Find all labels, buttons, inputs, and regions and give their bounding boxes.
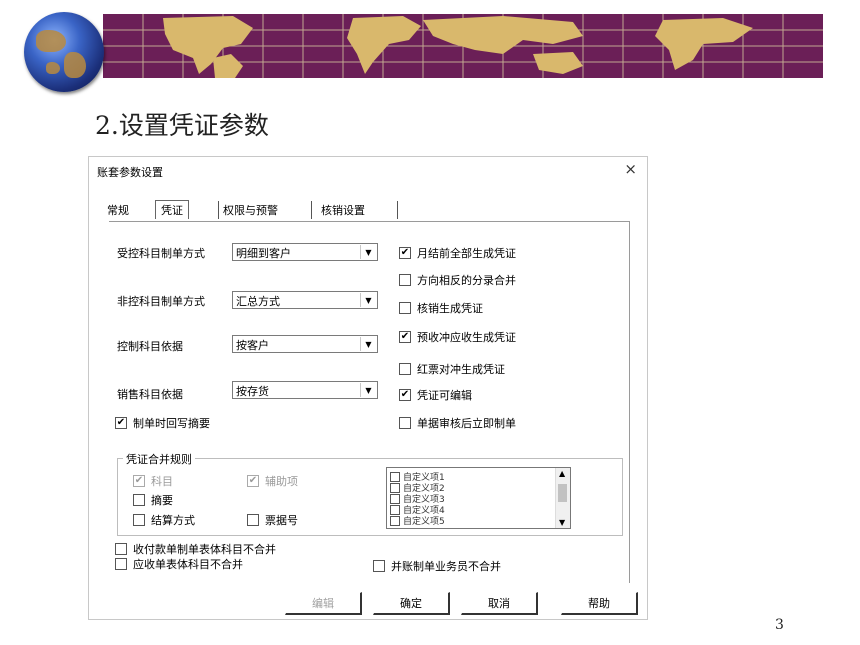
option-checkbox[interactable]: ✔ 凭证可编辑 [399, 387, 472, 403]
checkbox-label: 制单时回写摘要 [133, 417, 210, 430]
checkbox-icon: ✔ [399, 389, 411, 401]
option-checkbox[interactable]: 单据审核后立即制单 [399, 415, 516, 431]
field-label: 非控科目制单方式 [117, 295, 205, 308]
dropdown-arrow-icon[interactable]: ▼ [360, 245, 376, 259]
checkbox-icon: ✔ [399, 331, 411, 343]
dropdown-arrow-icon[interactable]: ▼ [360, 383, 376, 397]
checkbox-icon [115, 558, 127, 570]
page-number: 3 [775, 617, 784, 633]
controlled-mode-select[interactable]: 明细到客户 ▼ [232, 243, 378, 261]
checkbox-icon [399, 274, 411, 286]
sales-basis-select[interactable]: 按存货 ▼ [232, 381, 378, 399]
help-button[interactable]: 帮助 [561, 592, 638, 615]
checkbox-label: 摘要 [151, 494, 173, 507]
merge-subject-checkbox[interactable]: ✔ 科目 [133, 473, 173, 489]
checkbox-icon [399, 302, 411, 314]
list-scrollbar[interactable]: ▲ ▼ [555, 468, 570, 528]
option-checkbox[interactable]: ✔ 月结前全部生成凭证 [399, 245, 516, 261]
globe-logo [24, 12, 104, 92]
edit-button[interactable]: 编辑 [285, 592, 362, 615]
checkbox-icon: ✔ [399, 247, 411, 259]
tab-voucher[interactable]: 凭证 [155, 200, 189, 219]
checkbox-icon [115, 543, 127, 555]
checkbox-icon [390, 515, 400, 526]
select-value: 按客户 [236, 339, 269, 352]
option-checkbox[interactable]: 收付款单制单表体科目不合并 [115, 541, 276, 557]
option-checkbox[interactable]: 核销生成凭证 [399, 300, 483, 316]
checkbox-label: 辅助项 [265, 475, 298, 488]
tab-writeoff[interactable]: 核销设置 [321, 202, 365, 218]
scroll-down-icon[interactable]: ▼ [559, 518, 565, 527]
option-checkbox[interactable]: 并账制单业务员不合并 [373, 558, 501, 574]
checkbox-icon [133, 494, 145, 506]
dropdown-arrow-icon[interactable]: ▼ [360, 293, 376, 307]
list-item-label: 自定义项5 [403, 517, 445, 527]
account-params-dialog: 账套参数设置 × 常规 凭证 权限与预警 核销设置 受控科目制单方式 明细到客户… [88, 156, 648, 620]
field-label: 受控科目制单方式 [117, 247, 205, 260]
select-value: 明细到客户 [236, 247, 291, 260]
option-checkbox[interactable]: ✔ 预收冲应收生成凭证 [399, 329, 516, 345]
merge-aux-checkbox[interactable]: ✔ 辅助项 [247, 473, 298, 489]
field-label: 控制科目依据 [117, 340, 183, 353]
checkbox-icon [390, 504, 400, 515]
tab-general[interactable]: 常规 [107, 202, 129, 218]
select-value: 汇总方式 [236, 295, 280, 308]
merge-rules-title: 凭证合并规则 [123, 451, 195, 467]
list-item[interactable]: 自定义项5 [390, 514, 445, 527]
checkbox-icon: ✔ [115, 417, 127, 429]
checkbox-icon [390, 482, 400, 493]
dropdown-arrow-icon[interactable]: ▼ [360, 337, 376, 351]
checkbox-icon: ✔ [247, 475, 259, 487]
merge-settlement-checkbox[interactable]: 结算方式 [133, 512, 195, 528]
writeback-summary-checkbox[interactable]: ✔ 制单时回写摘要 [115, 415, 210, 431]
checkbox-label: 红票对冲生成凭证 [417, 363, 505, 376]
merge-billno-checkbox[interactable]: 票据号 [247, 512, 298, 528]
scroll-up-icon[interactable]: ▲ [559, 469, 565, 478]
slide-title: 2.设置凭证参数 [95, 111, 269, 140]
checkbox-icon [399, 363, 411, 375]
checkbox-icon [390, 471, 400, 482]
option-checkbox[interactable]: 红票对冲生成凭证 [399, 361, 505, 377]
checkbox-label: 科目 [151, 475, 173, 488]
checkbox-label: 应收单表体科目不合并 [133, 558, 243, 571]
field-label: 销售科目依据 [117, 388, 183, 401]
checkbox-label: 方向相反的分录合并 [417, 274, 516, 287]
checkbox-label: 预收冲应收生成凭证 [417, 331, 516, 344]
checkbox-label: 核销生成凭证 [417, 302, 483, 315]
checkbox-label: 月结前全部生成凭证 [417, 247, 516, 260]
non-controlled-mode-select[interactable]: 汇总方式 ▼ [232, 291, 378, 309]
tab-divider [311, 201, 312, 219]
checkbox-icon [373, 560, 385, 572]
world-map-graphic [103, 14, 823, 78]
checkbox-icon [247, 514, 259, 526]
checkbox-label: 凭证可编辑 [417, 389, 472, 402]
checkbox-icon: ✔ [133, 475, 145, 487]
control-basis-select[interactable]: 按客户 ▼ [232, 335, 378, 353]
ok-button[interactable]: 确定 [373, 592, 450, 615]
select-value: 按存货 [236, 385, 269, 398]
checkbox-label: 单据审核后立即制单 [417, 417, 516, 430]
dialog-title: 账套参数设置 [97, 166, 163, 179]
checkbox-icon [399, 417, 411, 429]
checkbox-label: 票据号 [265, 514, 298, 527]
header-banner [103, 14, 823, 78]
checkbox-icon [133, 514, 145, 526]
tab-permissions[interactable]: 权限与预警 [223, 202, 278, 218]
option-checkbox[interactable]: 方向相反的分录合并 [399, 272, 516, 288]
scroll-thumb[interactable] [558, 484, 567, 502]
checkbox-icon [390, 493, 400, 504]
checkbox-label: 结算方式 [151, 514, 195, 527]
merge-summary-checkbox[interactable]: 摘要 [133, 492, 173, 508]
checkbox-label: 收付款单制单表体科目不合并 [133, 543, 276, 556]
option-checkbox[interactable]: 应收单表体科目不合并 [115, 556, 243, 572]
custom-items-list[interactable]: 自定义项1 自定义项2 自定义项3 自定义项4 自定义项5 ▲ ▼ [386, 467, 571, 529]
checkbox-label: 并账制单业务员不合并 [391, 560, 501, 573]
close-icon[interactable]: × [624, 160, 637, 178]
cancel-button[interactable]: 取消 [461, 592, 538, 615]
tab-divider [218, 201, 219, 219]
tab-divider [397, 201, 398, 219]
